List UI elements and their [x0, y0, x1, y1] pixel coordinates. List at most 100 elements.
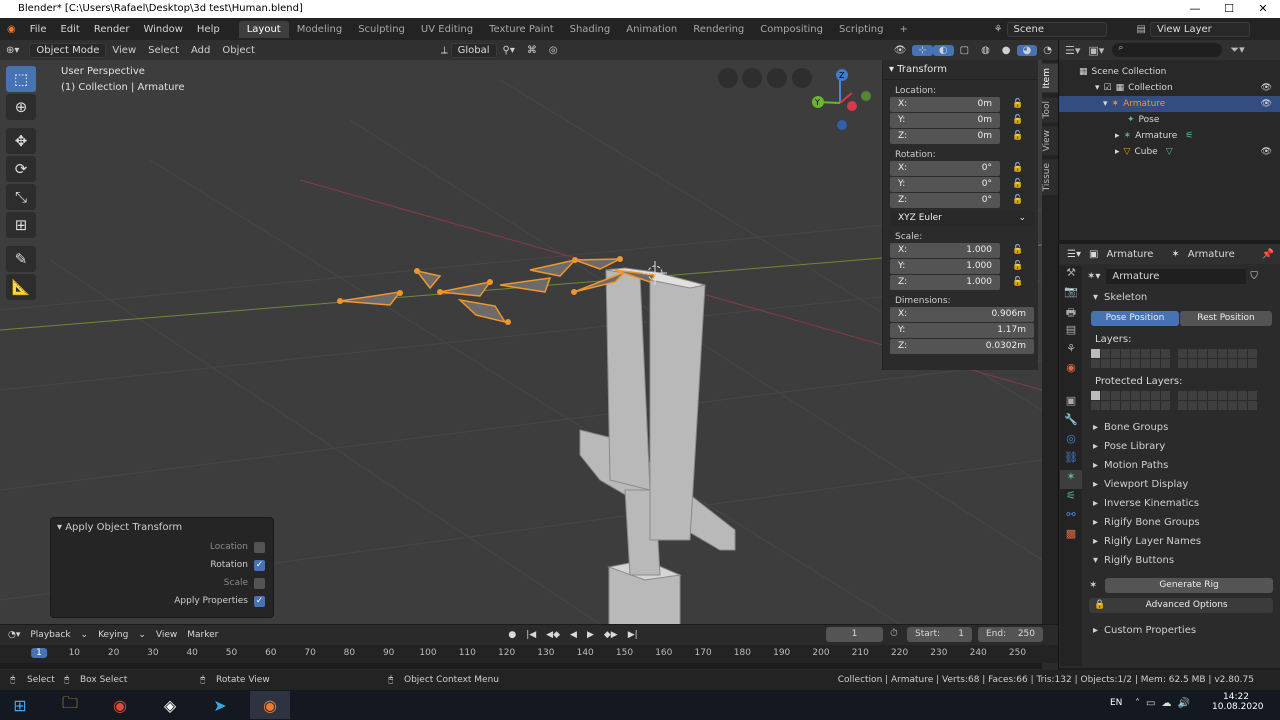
visibility-icon[interactable]: 👁	[888, 45, 913, 56]
menu-marker[interactable]: Marker	[187, 630, 218, 640]
select-box-tool-icon[interactable]: ⬚	[6, 66, 36, 92]
orientation-selector[interactable]: Global	[450, 42, 497, 58]
dimension-y-field[interactable]: Y: 1.17m	[890, 323, 1034, 338]
gizmo-icon[interactable]: ⊹	[912, 44, 933, 56]
lock-icon[interactable]: 🔓	[1012, 115, 1023, 125]
section-bone-groups[interactable]: ▸ Bone Groups	[1087, 418, 1280, 437]
armature-data-tab-icon[interactable]: ✶	[1060, 470, 1082, 489]
menu-select[interactable]: Select	[142, 45, 185, 56]
overlay-icon[interactable]: ◐	[932, 44, 954, 56]
scene-tab-icon[interactable]: ⚘	[1060, 342, 1082, 361]
checkbox-icon[interactable]: ☑	[1104, 83, 1112, 93]
rotation-mode-select[interactable]: XYZ Euler ⌄	[890, 211, 1034, 226]
rotation-x-field[interactable]: X: 0°	[890, 161, 1000, 176]
location-checkbox[interactable]	[254, 541, 265, 553]
view-layer-selector[interactable]: View Layer	[1150, 21, 1250, 37]
tab-rendering[interactable]: Rendering	[685, 21, 752, 38]
section-rigify-buttons[interactable]: ▾ Rigify Buttons	[1087, 551, 1280, 570]
current-frame-field[interactable]: 1	[826, 627, 883, 642]
outliner-editor-icon[interactable]: ☰▾	[1065, 44, 1080, 57]
view-layer-tab-icon[interactable]: ▤	[1060, 323, 1082, 342]
outliner-search-input[interactable]: ⌕	[1112, 43, 1223, 57]
output-tab-icon[interactable]: 🖶	[1060, 304, 1082, 323]
tab-layout[interactable]: Layout	[238, 20, 289, 38]
menu-edit[interactable]: Edit	[53, 24, 86, 35]
cursor-tool-icon[interactable]: ⊕	[6, 94, 36, 120]
pin-icon[interactable]: 📌	[1262, 249, 1274, 260]
solid-shading-icon[interactable]: ●	[996, 45, 1017, 56]
taskbar-clock[interactable]: 14:22 10.08.2020	[1212, 692, 1264, 712]
move-tool-icon[interactable]: ✥	[6, 128, 36, 154]
blender-logo-icon[interactable]: ◉	[0, 24, 23, 35]
file-explorer-icon[interactable]: 🗀	[50, 691, 90, 719]
close-button[interactable]: ✕	[1246, 0, 1280, 18]
option-rotation[interactable]: Rotation ✓	[51, 556, 273, 574]
menu-help[interactable]: Help	[190, 24, 227, 35]
xray-icon[interactable]: ▢	[954, 45, 975, 56]
layers-grid[interactable]	[1091, 349, 1280, 368]
bone-constraints-tab-icon[interactable]: ⚯	[1060, 508, 1082, 527]
section-rigify-layer-names[interactable]: ▸ Rigify Layer Names	[1087, 532, 1280, 551]
rendered-shading-icon[interactable]: ◔	[1037, 45, 1058, 56]
telegram-icon[interactable]: ➤	[200, 691, 240, 719]
rotation-z-field[interactable]: Z: 0°	[890, 193, 1000, 208]
eye-icon[interactable]: 👁	[1261, 83, 1272, 93]
expand-arrow-icon[interactable]: ▸	[1115, 147, 1120, 157]
maximize-button[interactable]: ☐	[1212, 0, 1246, 18]
location-z-field[interactable]: Z: 0m	[890, 129, 1000, 144]
menu-playback[interactable]: Playback	[30, 630, 70, 640]
outliner-item-cube[interactable]: ▸ ▽ Cube ▽ 👁	[1059, 144, 1280, 160]
location-x-field[interactable]: X: 0m	[890, 97, 1000, 112]
shield-icon[interactable]: ⛉	[1250, 271, 1258, 282]
physics-tab-icon[interactable]: ◎	[1060, 432, 1082, 451]
timeline-scrollbar[interactable]	[0, 663, 1042, 669]
pose-position-button[interactable]: Pose Position	[1091, 311, 1179, 326]
menu-render[interactable]: Render	[87, 24, 137, 35]
minimize-button[interactable]: —	[1178, 0, 1212, 18]
expand-arrow-icon[interactable]: ▾	[1103, 99, 1108, 109]
outliner-item-armature-data[interactable]: ▸ ✶ Armature ⚟	[1059, 128, 1280, 144]
tab-compositing[interactable]: Compositing	[752, 21, 831, 38]
language-indicator[interactable]: EN	[1110, 698, 1122, 708]
menu-keying[interactable]: Keying	[98, 630, 128, 640]
rest-position-button[interactable]: Rest Position	[1180, 311, 1272, 326]
section-inverse-kinematics[interactable]: ▸ Inverse Kinematics	[1087, 494, 1280, 513]
tab-view[interactable]: View	[1042, 125, 1058, 156]
tab-modeling[interactable]: Modeling	[289, 21, 351, 38]
menu-add[interactable]: Add	[185, 45, 216, 56]
section-pose-library[interactable]: ▸ Pose Library	[1087, 437, 1280, 456]
windows-start-icon[interactable]: ⊞	[0, 691, 40, 719]
constraints-tab-icon[interactable]: ⛓	[1060, 451, 1082, 470]
lock-icon[interactable]: 🔓	[1012, 131, 1023, 141]
option-location[interactable]: Location	[51, 538, 273, 556]
outliner-item-pose[interactable]: ✦ Pose	[1059, 112, 1280, 128]
scale-z-field[interactable]: Z: 1.000	[890, 275, 1000, 290]
outliner-scene-collection[interactable]: ▦ Scene Collection	[1059, 64, 1280, 80]
menu-file[interactable]: File	[23, 24, 54, 35]
tab-animation[interactable]: Animation	[618, 21, 685, 38]
lock-icon[interactable]: 🔓	[1012, 277, 1023, 287]
option-scale[interactable]: Scale	[51, 574, 273, 592]
generate-rig-button[interactable]: Generate Rig	[1105, 578, 1273, 593]
editor-type-icon[interactable]: ⊕▾	[0, 45, 25, 56]
outliner-item-collection[interactable]: ▾ ☑ ▦ Collection 👁	[1059, 80, 1280, 96]
dimension-z-field[interactable]: Z: 0.0302m	[890, 339, 1034, 354]
tool-tab-icon[interactable]: ⚒	[1060, 266, 1082, 285]
transform-panel-title[interactable]: Transform	[897, 64, 947, 75]
lock-icon[interactable]: 🔓	[1012, 245, 1023, 255]
blender-taskbar-icon[interactable]: ◉	[250, 691, 290, 719]
play-icon[interactable]: ▶	[587, 630, 594, 640]
advanced-options-button[interactable]: 🔒 Advanced Options	[1089, 598, 1273, 613]
collapse-arrow-icon[interactable]: ▾	[57, 522, 62, 533]
mode-selector[interactable]: Object Mode	[29, 42, 107, 58]
add-workspace-icon[interactable]: +	[891, 21, 915, 38]
option-apply-properties[interactable]: Apply Properties ✓	[51, 592, 273, 610]
section-motion-paths[interactable]: ▸ Motion Paths	[1087, 456, 1280, 475]
unity-icon[interactable]: ◈	[150, 691, 190, 719]
rotation-checkbox[interactable]: ✓	[254, 559, 265, 571]
start-frame-field[interactable]: Start: 1	[907, 627, 972, 642]
dimension-x-field[interactable]: X: 0.906m	[890, 307, 1034, 322]
end-frame-field[interactable]: End: 250	[978, 627, 1043, 642]
scale-y-field[interactable]: Y: 1.000	[890, 259, 1000, 274]
wireframe-shading-icon[interactable]: ◍	[975, 45, 996, 56]
